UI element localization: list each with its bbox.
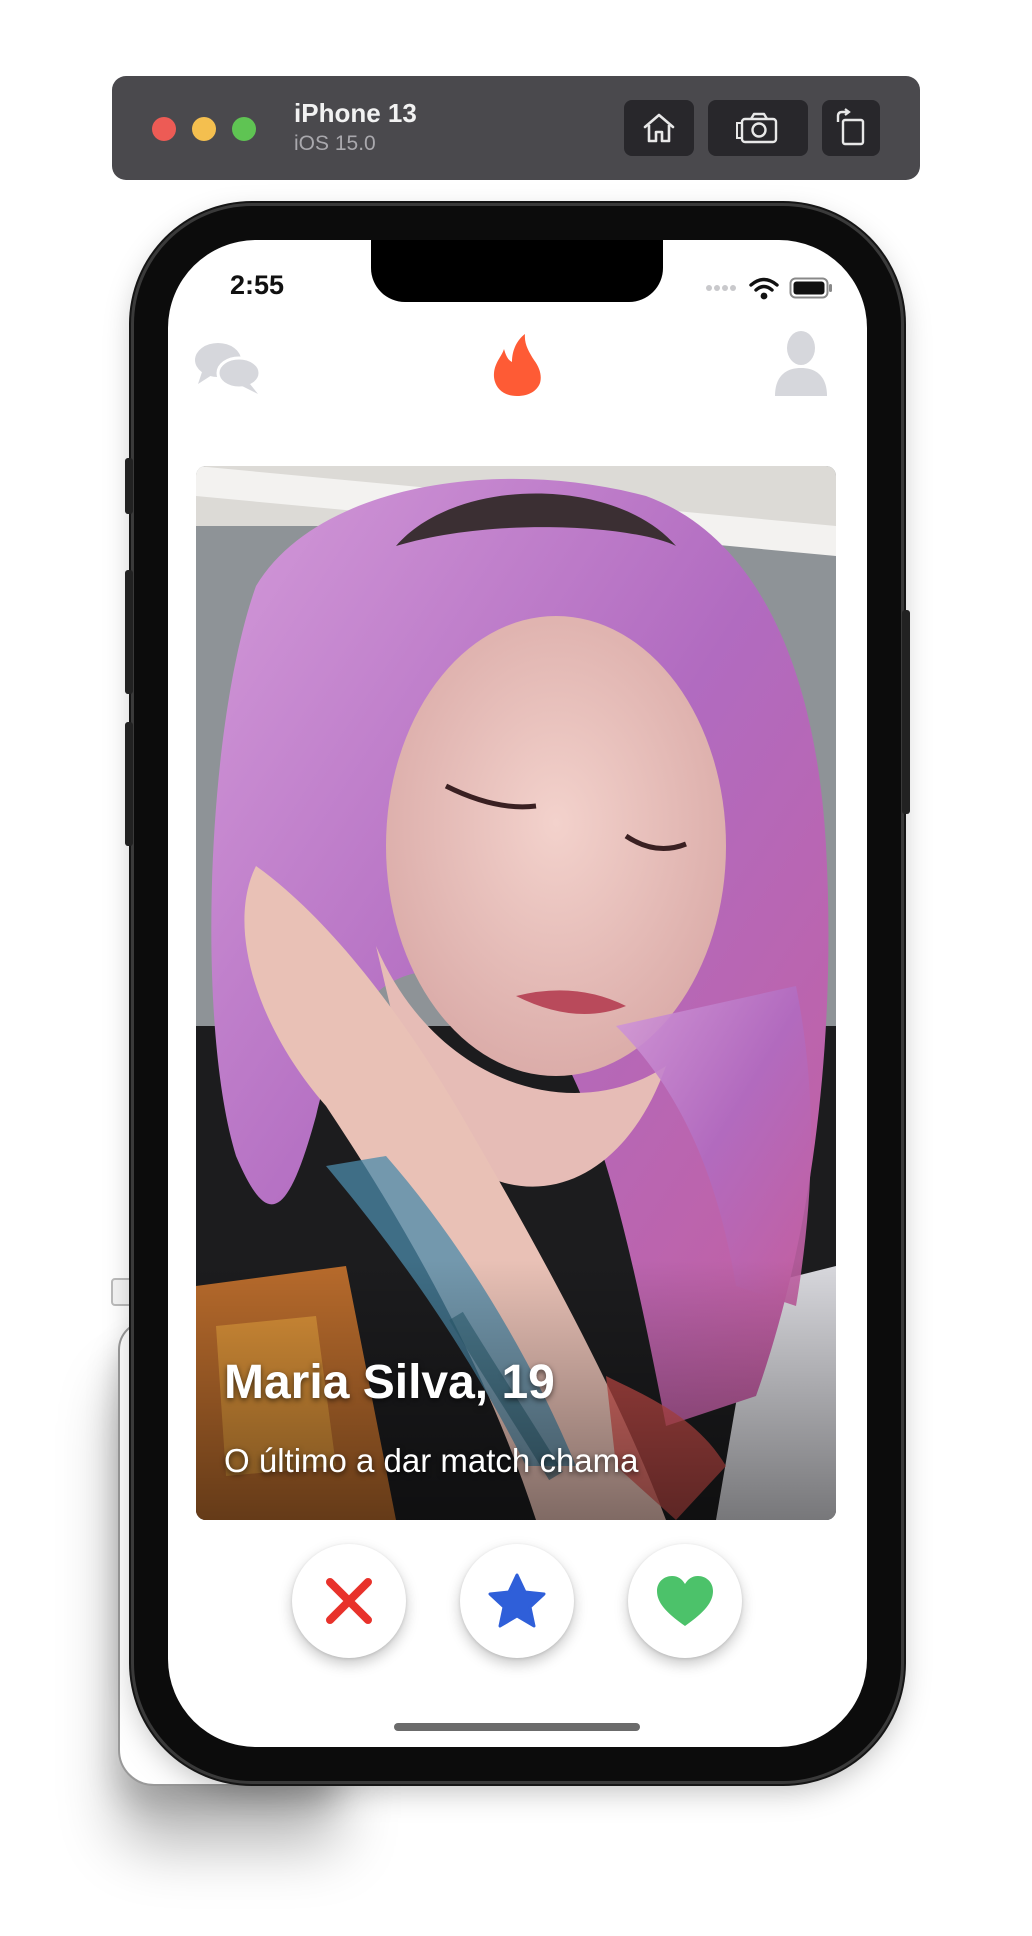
volume-down-button bbox=[125, 722, 133, 846]
notch bbox=[371, 240, 663, 302]
volume-up-button bbox=[125, 570, 133, 694]
mute-switch bbox=[125, 458, 133, 514]
phone-screen: 2:55 Maria Silva, 19 O último a dar matc… bbox=[168, 240, 867, 1747]
home-button[interactable] bbox=[624, 100, 694, 156]
rotate-icon bbox=[836, 108, 865, 146]
wifi-icon bbox=[749, 277, 779, 300]
power-button bbox=[902, 610, 910, 814]
rotate-button[interactable] bbox=[822, 100, 880, 156]
signal-dots-icon bbox=[706, 285, 736, 291]
device-name: iPhone 13 bbox=[294, 98, 417, 128]
home-indicator[interactable] bbox=[394, 1723, 640, 1731]
profile-name-age: Maria Silva, 19 bbox=[224, 1356, 555, 1409]
zoom-window-button[interactable] bbox=[232, 117, 256, 141]
profile-card[interactable]: Maria Silva, 19 O último a dar match cha… bbox=[196, 466, 836, 1520]
super-like-button[interactable] bbox=[460, 1544, 574, 1658]
iphone-frame: 2:55 Maria Silva, 19 O último a dar matc… bbox=[125, 206, 910, 1781]
simulator-toolbar: iPhone 13 iOS 15.0 bbox=[112, 76, 920, 180]
flame-icon bbox=[493, 334, 541, 396]
screenshot-icon bbox=[736, 112, 778, 144]
chat-icon bbox=[195, 343, 262, 394]
profile-icon bbox=[775, 331, 827, 396]
simulator-stage: iPhone 13 iOS 15.0 2:55 Maria Silva, 19 … bbox=[0, 0, 1032, 1936]
status-time: 2:55 bbox=[230, 270, 285, 300]
device-os-version: iOS 15.0 bbox=[294, 132, 376, 155]
screenshot-button[interactable] bbox=[708, 100, 808, 156]
profile-tab[interactable] bbox=[774, 330, 828, 403]
status-icons bbox=[705, 276, 833, 300]
close-icon bbox=[326, 1578, 372, 1624]
close-window-button[interactable] bbox=[152, 117, 176, 141]
home-icon bbox=[643, 113, 675, 143]
messages-tab[interactable] bbox=[194, 340, 262, 401]
profile-bio: O último a dar match chama bbox=[224, 1442, 639, 1479]
discover-tab[interactable] bbox=[491, 332, 543, 403]
battery-icon bbox=[789, 277, 832, 299]
like-button[interactable] bbox=[628, 1544, 742, 1658]
nope-button[interactable] bbox=[292, 1544, 406, 1658]
star-icon bbox=[488, 1573, 546, 1628]
minimize-window-button[interactable] bbox=[192, 117, 216, 141]
heart-icon bbox=[657, 1576, 713, 1626]
